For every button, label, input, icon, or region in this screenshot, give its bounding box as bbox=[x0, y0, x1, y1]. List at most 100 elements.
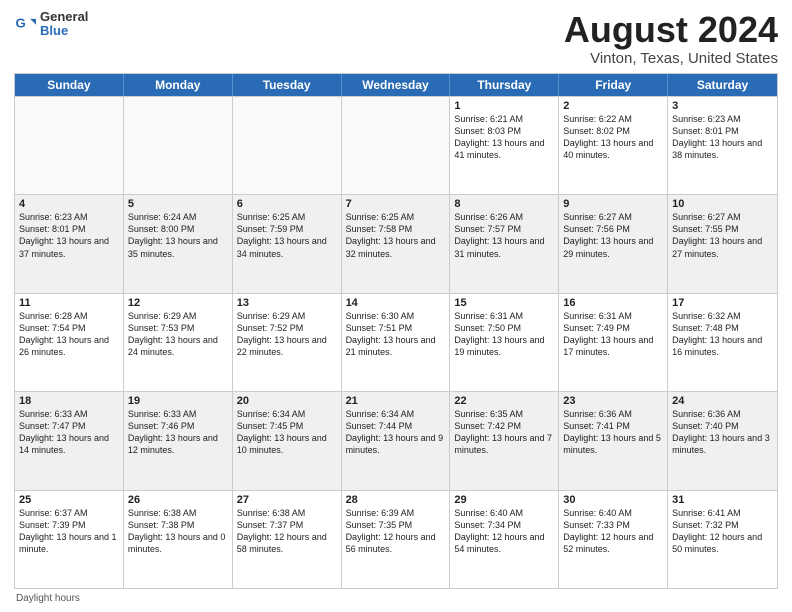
day-number: 2 bbox=[563, 100, 663, 112]
day-number: 26 bbox=[128, 494, 228, 506]
title-block: August 2024 Vinton, Texas, United States bbox=[564, 10, 778, 67]
logo: G General Blue bbox=[14, 10, 88, 39]
day-number: 16 bbox=[563, 297, 663, 309]
day-number: 5 bbox=[128, 198, 228, 210]
calendar-cell: 16Sunrise: 6:31 AM Sunset: 7:49 PM Dayli… bbox=[559, 294, 668, 391]
calendar-cell: 14Sunrise: 6:30 AM Sunset: 7:51 PM Dayli… bbox=[342, 294, 451, 391]
day-number: 11 bbox=[19, 297, 119, 309]
calendar-cell: 7Sunrise: 6:25 AM Sunset: 7:58 PM Daylig… bbox=[342, 195, 451, 292]
day-number: 13 bbox=[237, 297, 337, 309]
day-info: Sunrise: 6:31 AM Sunset: 7:50 PM Dayligh… bbox=[454, 310, 554, 359]
day-number: 1 bbox=[454, 100, 554, 112]
calendar: SundayMondayTuesdayWednesdayThursdayFrid… bbox=[14, 73, 778, 589]
day-number: 7 bbox=[346, 198, 446, 210]
day-number: 24 bbox=[672, 395, 773, 407]
header-day-tuesday: Tuesday bbox=[233, 74, 342, 96]
day-info: Sunrise: 6:25 AM Sunset: 7:58 PM Dayligh… bbox=[346, 211, 446, 260]
calendar-cell: 15Sunrise: 6:31 AM Sunset: 7:50 PM Dayli… bbox=[450, 294, 559, 391]
logo-general-text: General bbox=[40, 10, 88, 24]
day-number: 8 bbox=[454, 198, 554, 210]
svg-text:G: G bbox=[15, 16, 25, 31]
calendar-cell: 17Sunrise: 6:32 AM Sunset: 7:48 PM Dayli… bbox=[668, 294, 777, 391]
calendar-cell: 8Sunrise: 6:26 AM Sunset: 7:57 PM Daylig… bbox=[450, 195, 559, 292]
logo-icon: G bbox=[14, 13, 36, 35]
day-number: 6 bbox=[237, 198, 337, 210]
day-info: Sunrise: 6:21 AM Sunset: 8:03 PM Dayligh… bbox=[454, 113, 554, 162]
calendar-cell: 19Sunrise: 6:33 AM Sunset: 7:46 PM Dayli… bbox=[124, 392, 233, 489]
calendar-cell: 1Sunrise: 6:21 AM Sunset: 8:03 PM Daylig… bbox=[450, 97, 559, 194]
day-info: Sunrise: 6:24 AM Sunset: 8:00 PM Dayligh… bbox=[128, 211, 228, 260]
day-info: Sunrise: 6:37 AM Sunset: 7:39 PM Dayligh… bbox=[19, 507, 119, 556]
header: G General Blue August 2024 Vinton, Texas… bbox=[14, 10, 778, 67]
day-info: Sunrise: 6:36 AM Sunset: 7:40 PM Dayligh… bbox=[672, 408, 773, 457]
day-info: Sunrise: 6:38 AM Sunset: 7:37 PM Dayligh… bbox=[237, 507, 337, 556]
day-info: Sunrise: 6:29 AM Sunset: 7:52 PM Dayligh… bbox=[237, 310, 337, 359]
calendar-cell: 22Sunrise: 6:35 AM Sunset: 7:42 PM Dayli… bbox=[450, 392, 559, 489]
day-number: 22 bbox=[454, 395, 554, 407]
day-info: Sunrise: 6:31 AM Sunset: 7:49 PM Dayligh… bbox=[563, 310, 663, 359]
day-info: Sunrise: 6:33 AM Sunset: 7:46 PM Dayligh… bbox=[128, 408, 228, 457]
calendar-header-row: SundayMondayTuesdayWednesdayThursdayFrid… bbox=[15, 74, 777, 96]
day-number: 10 bbox=[672, 198, 773, 210]
calendar-cell: 2Sunrise: 6:22 AM Sunset: 8:02 PM Daylig… bbox=[559, 97, 668, 194]
calendar-cell: 20Sunrise: 6:34 AM Sunset: 7:45 PM Dayli… bbox=[233, 392, 342, 489]
calendar-cell: 13Sunrise: 6:29 AM Sunset: 7:52 PM Dayli… bbox=[233, 294, 342, 391]
day-info: Sunrise: 6:25 AM Sunset: 7:59 PM Dayligh… bbox=[237, 211, 337, 260]
day-info: Sunrise: 6:35 AM Sunset: 7:42 PM Dayligh… bbox=[454, 408, 554, 457]
day-info: Sunrise: 6:29 AM Sunset: 7:53 PM Dayligh… bbox=[128, 310, 228, 359]
day-number: 28 bbox=[346, 494, 446, 506]
page: G General Blue August 2024 Vinton, Texas… bbox=[0, 0, 792, 612]
calendar-week-3: 18Sunrise: 6:33 AM Sunset: 7:47 PM Dayli… bbox=[15, 391, 777, 489]
day-info: Sunrise: 6:39 AM Sunset: 7:35 PM Dayligh… bbox=[346, 507, 446, 556]
day-info: Sunrise: 6:36 AM Sunset: 7:41 PM Dayligh… bbox=[563, 408, 663, 457]
footer-note: Daylight hours bbox=[14, 593, 778, 604]
calendar-cell: 4Sunrise: 6:23 AM Sunset: 8:01 PM Daylig… bbox=[15, 195, 124, 292]
day-number: 29 bbox=[454, 494, 554, 506]
day-number: 30 bbox=[563, 494, 663, 506]
day-number: 20 bbox=[237, 395, 337, 407]
calendar-cell: 26Sunrise: 6:38 AM Sunset: 7:38 PM Dayli… bbox=[124, 491, 233, 588]
calendar-cell: 3Sunrise: 6:23 AM Sunset: 8:01 PM Daylig… bbox=[668, 97, 777, 194]
calendar-cell: 27Sunrise: 6:38 AM Sunset: 7:37 PM Dayli… bbox=[233, 491, 342, 588]
calendar-cell: 10Sunrise: 6:27 AM Sunset: 7:55 PM Dayli… bbox=[668, 195, 777, 292]
header-day-saturday: Saturday bbox=[668, 74, 777, 96]
calendar-cell: 31Sunrise: 6:41 AM Sunset: 7:32 PM Dayli… bbox=[668, 491, 777, 588]
calendar-week-4: 25Sunrise: 6:37 AM Sunset: 7:39 PM Dayli… bbox=[15, 490, 777, 588]
calendar-cell bbox=[233, 97, 342, 194]
calendar-cell: 6Sunrise: 6:25 AM Sunset: 7:59 PM Daylig… bbox=[233, 195, 342, 292]
day-info: Sunrise: 6:23 AM Sunset: 8:01 PM Dayligh… bbox=[672, 113, 773, 162]
calendar-cell bbox=[342, 97, 451, 194]
day-info: Sunrise: 6:41 AM Sunset: 7:32 PM Dayligh… bbox=[672, 507, 773, 556]
day-number: 21 bbox=[346, 395, 446, 407]
calendar-cell: 25Sunrise: 6:37 AM Sunset: 7:39 PM Dayli… bbox=[15, 491, 124, 588]
logo-text: General Blue bbox=[40, 10, 88, 39]
header-day-monday: Monday bbox=[124, 74, 233, 96]
day-info: Sunrise: 6:40 AM Sunset: 7:33 PM Dayligh… bbox=[563, 507, 663, 556]
day-number: 3 bbox=[672, 100, 773, 112]
day-number: 23 bbox=[563, 395, 663, 407]
day-info: Sunrise: 6:30 AM Sunset: 7:51 PM Dayligh… bbox=[346, 310, 446, 359]
header-day-wednesday: Wednesday bbox=[342, 74, 451, 96]
calendar-cell: 24Sunrise: 6:36 AM Sunset: 7:40 PM Dayli… bbox=[668, 392, 777, 489]
calendar-cell bbox=[124, 97, 233, 194]
day-number: 27 bbox=[237, 494, 337, 506]
calendar-cell bbox=[15, 97, 124, 194]
calendar-cell: 5Sunrise: 6:24 AM Sunset: 8:00 PM Daylig… bbox=[124, 195, 233, 292]
day-info: Sunrise: 6:33 AM Sunset: 7:47 PM Dayligh… bbox=[19, 408, 119, 457]
title-location: Vinton, Texas, United States bbox=[564, 50, 778, 67]
day-number: 15 bbox=[454, 297, 554, 309]
day-info: Sunrise: 6:34 AM Sunset: 7:45 PM Dayligh… bbox=[237, 408, 337, 457]
calendar-cell: 12Sunrise: 6:29 AM Sunset: 7:53 PM Dayli… bbox=[124, 294, 233, 391]
calendar-week-2: 11Sunrise: 6:28 AM Sunset: 7:54 PM Dayli… bbox=[15, 293, 777, 391]
calendar-cell: 28Sunrise: 6:39 AM Sunset: 7:35 PM Dayli… bbox=[342, 491, 451, 588]
calendar-cell: 23Sunrise: 6:36 AM Sunset: 7:41 PM Dayli… bbox=[559, 392, 668, 489]
day-number: 31 bbox=[672, 494, 773, 506]
day-info: Sunrise: 6:27 AM Sunset: 7:55 PM Dayligh… bbox=[672, 211, 773, 260]
calendar-cell: 18Sunrise: 6:33 AM Sunset: 7:47 PM Dayli… bbox=[15, 392, 124, 489]
calendar-week-0: 1Sunrise: 6:21 AM Sunset: 8:03 PM Daylig… bbox=[15, 96, 777, 194]
calendar-week-1: 4Sunrise: 6:23 AM Sunset: 8:01 PM Daylig… bbox=[15, 194, 777, 292]
calendar-cell: 29Sunrise: 6:40 AM Sunset: 7:34 PM Dayli… bbox=[450, 491, 559, 588]
calendar-cell: 9Sunrise: 6:27 AM Sunset: 7:56 PM Daylig… bbox=[559, 195, 668, 292]
header-day-sunday: Sunday bbox=[15, 74, 124, 96]
day-info: Sunrise: 6:22 AM Sunset: 8:02 PM Dayligh… bbox=[563, 113, 663, 162]
